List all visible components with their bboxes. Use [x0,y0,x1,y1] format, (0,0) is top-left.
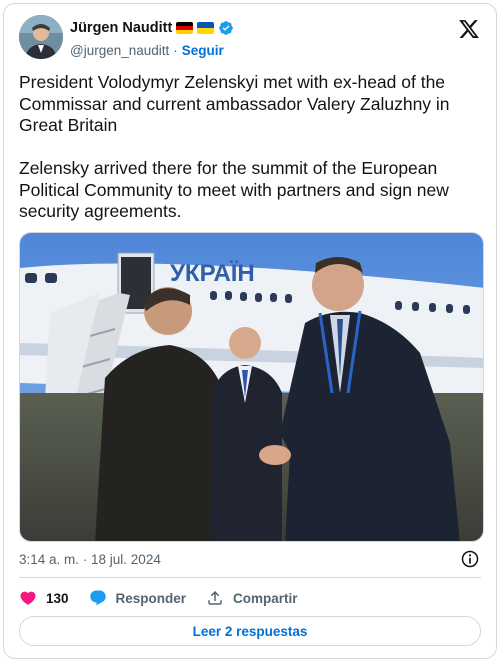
tweet-timestamp[interactable]: 3:14 a. m. · 18 jul. 2024 [19,552,161,567]
handle-row: @jurgen_nauditt · Seguir [70,43,224,58]
photo-illustration: УКРАЇН [20,233,483,541]
ukraine-flag-icon [197,22,215,34]
info-icon[interactable] [460,549,480,569]
like-count: 130 [46,590,69,606]
share-label: Compartir [233,590,298,606]
action-bar: 130 Responder Compartir [19,586,318,610]
x-logo-icon[interactable] [458,18,480,40]
author-handle[interactable]: @jurgen_nauditt [70,43,169,58]
separator-dot: · [173,43,178,58]
share-icon [208,590,222,605]
avatar-image [19,15,63,59]
share-button[interactable]: Compartir [206,589,298,607]
tweet-photo[interactable]: УКРАЇН [19,232,484,542]
avatar[interactable] [19,15,63,59]
like-button[interactable]: 130 [19,589,69,607]
divider [19,577,481,578]
reply-button[interactable]: Responder [89,589,187,607]
follow-button[interactable]: Seguir [182,43,224,58]
germany-flag-icon [176,22,194,34]
reply-bubble-icon [89,590,106,606]
verified-badge-icon [219,21,234,35]
read-replies-label: Leer 2 respuestas [192,623,308,639]
read-replies-button[interactable]: Leer 2 respuestas [19,616,481,646]
author-name-row[interactable]: Jürgen Nauditt [70,20,234,36]
tweet-text: President Volodymyr Zelenskyi met with e… [19,72,450,221]
fuselage-lettering: УКРАЇН [170,260,255,287]
author-name[interactable]: Jürgen Nauditt [70,20,172,36]
reply-label: Responder [115,590,187,606]
tweet-card: Jürgen Nauditt @jurgen_nauditt · Seguir … [3,3,497,659]
heart-icon [20,591,36,605]
